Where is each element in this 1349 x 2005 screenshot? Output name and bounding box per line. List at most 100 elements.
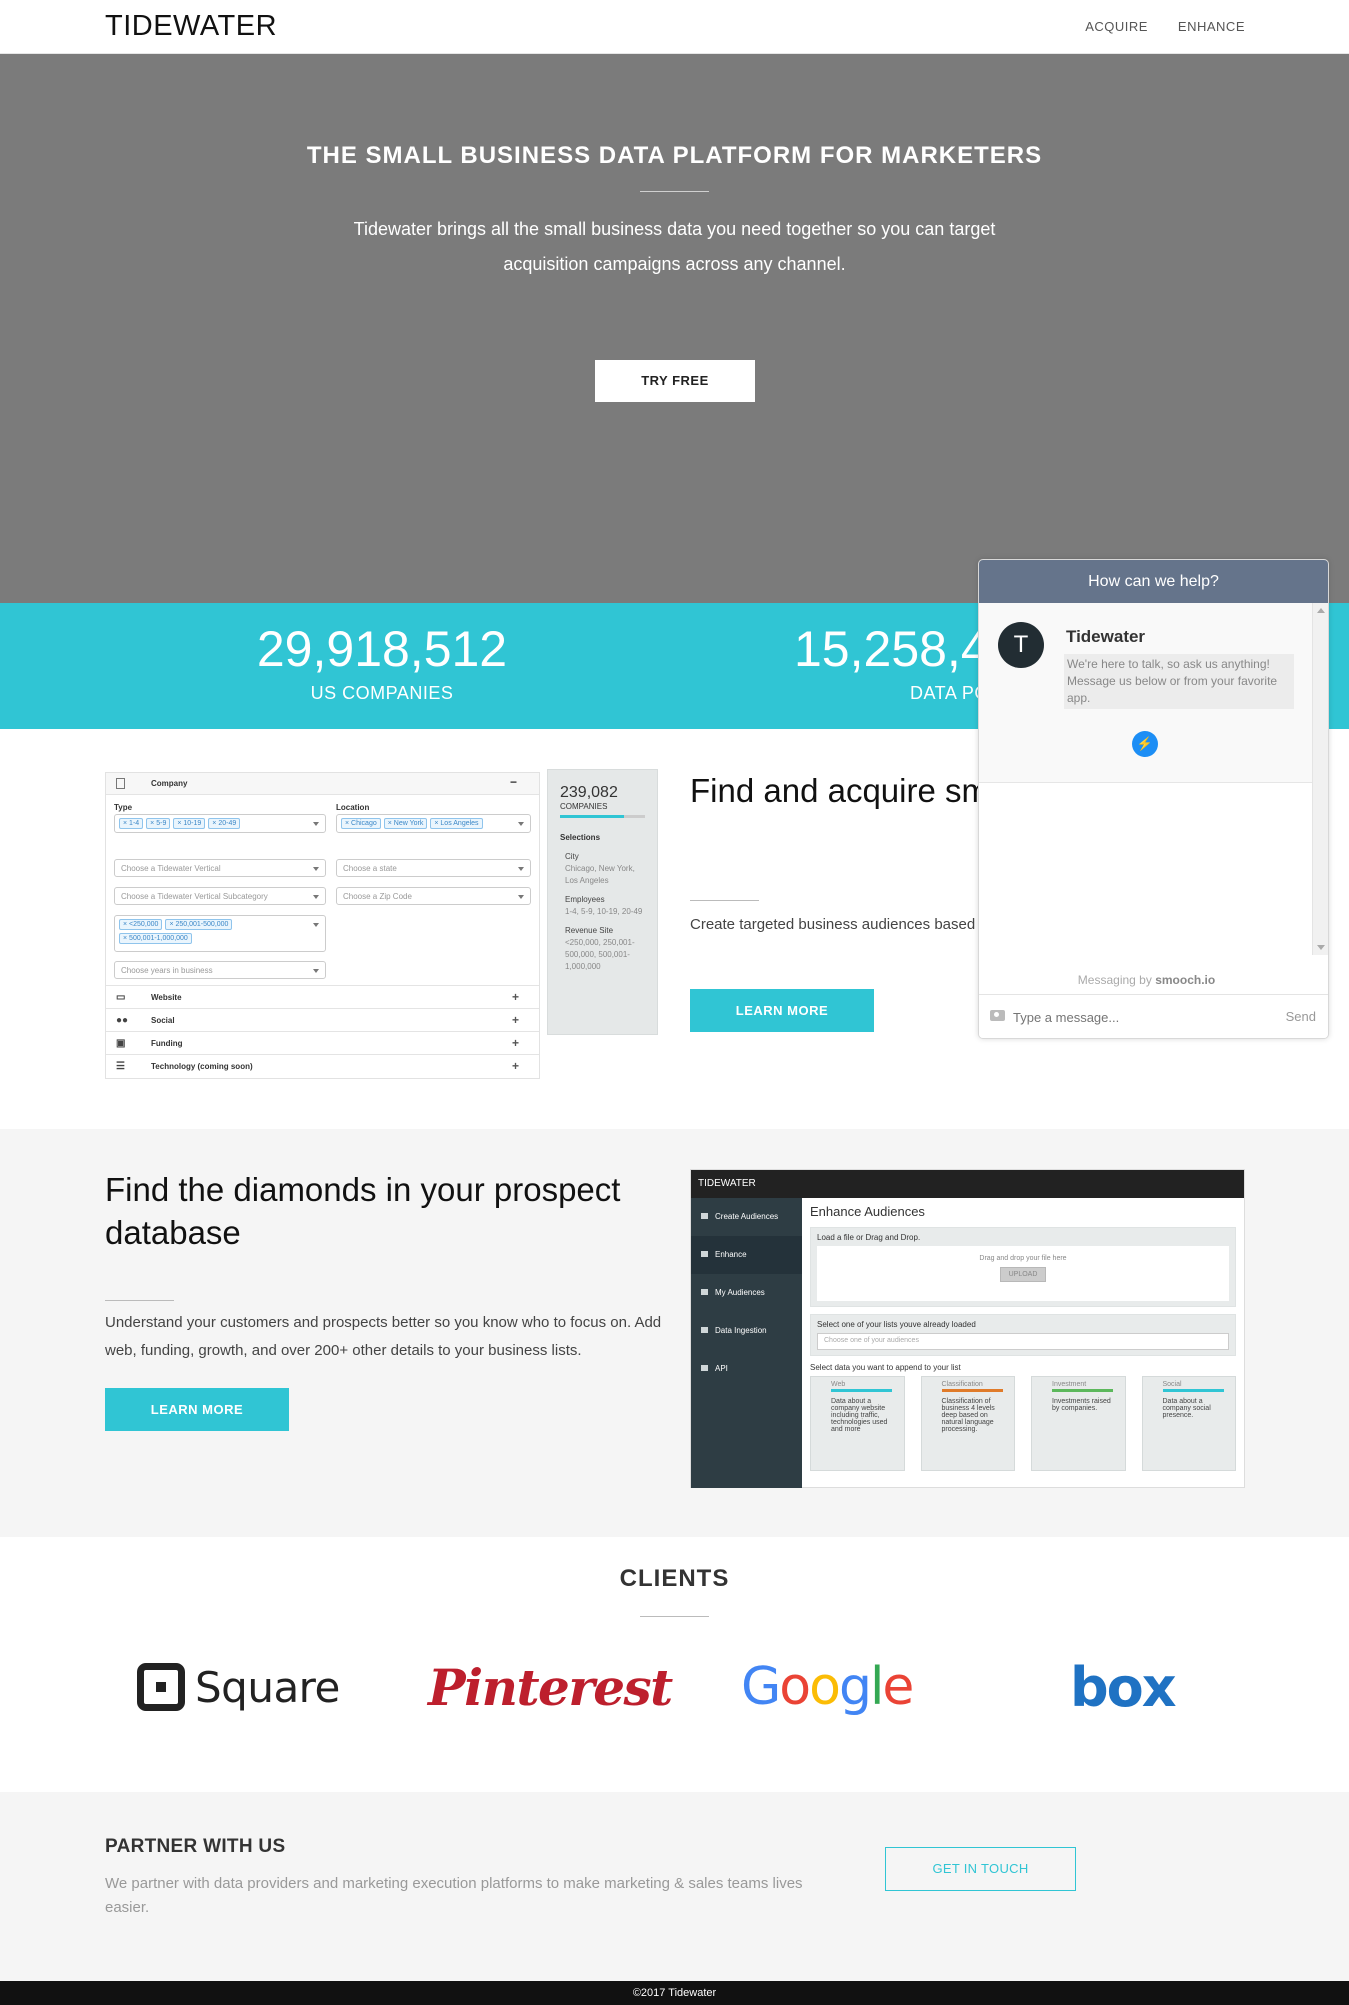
get-in-touch-button[interactable]: GET IN TOUCH: [885, 1847, 1076, 1891]
type-label: Type: [114, 803, 133, 812]
page: TIDEWATER ACQUIRE ENHANCE THE SMALL BUSI…: [0, 0, 1349, 2005]
filter-panel: Company − Type × 1-4 × 5-9 × 10-19 × 20-49 …: [105, 772, 540, 1079]
enhance-heading: Enhance Audiences: [810, 1204, 925, 1219]
drop-zone: Drag and drop your file here UPLOAD: [817, 1246, 1229, 1301]
card-text: Data about a company social presence.: [1162, 1398, 1211, 1419]
company-header-label: Company: [151, 779, 188, 788]
vertical-select: Choose a Tidewater Vertical: [114, 859, 326, 877]
row-label: Website: [151, 993, 182, 1002]
hero-subtitle: Tidewater brings all the small business …: [353, 219, 996, 274]
select-label: Select one of your lists youve already l…: [817, 1320, 976, 1329]
subcategory-select: Choose a Tidewater Vertical Subcategory: [114, 887, 326, 905]
technology-row: ☰ Technology (coming soon) +: [106, 1054, 539, 1077]
powered-prefix: Messaging by: [1077, 973, 1152, 987]
upload-button: UPLOAD: [999, 1267, 1047, 1282]
location-chip: × New York: [383, 818, 428, 829]
location-chip: × Los Angeles: [430, 818, 483, 829]
building-icon: [116, 778, 125, 789]
nav-links: ACQUIRE ENHANCE: [1085, 19, 1245, 34]
square-logo: Square: [137, 1657, 340, 1717]
server-icon: ☰: [116, 1061, 125, 1072]
revenue-value: <250,000, 250,001-500,000, 500,001-1,000…: [565, 938, 635, 971]
clients-section: CLIENTS Square Pinterest Google box: [0, 1537, 1349, 1792]
revenue-chip: × 250,001-500,000: [165, 919, 233, 930]
location-select: × Chicago × New York × Los Angeles: [336, 814, 531, 833]
revenue-label: Revenue Site: [565, 926, 614, 935]
menu-data-ingestion: Data Ingestion: [691, 1312, 802, 1350]
selections-label: Selections: [560, 833, 601, 842]
chat-scrollbar[interactable]: [1312, 603, 1328, 955]
avatar: T: [998, 622, 1044, 668]
stat-label: US COMPANIES: [310, 683, 454, 703]
card-text: Data about a company website including t…: [831, 1398, 888, 1433]
partner-section: PARTNER WITH US We partner with data pro…: [0, 1792, 1349, 1981]
type-chip: × 1-4: [119, 818, 144, 829]
revenue-chip: × <250,000: [119, 919, 163, 930]
location-chip: × Chicago: [341, 818, 381, 829]
app-main: Enhance Audiences Load a file or Drag an…: [802, 1198, 1244, 1487]
append-label: Select data you want to append to your l…: [810, 1363, 961, 1372]
card-title: Classification: [941, 1381, 1003, 1392]
card-social: Social Data about a company social presen…: [1141, 1376, 1236, 1471]
card-title: Social: [1162, 1381, 1224, 1392]
chat-message-input[interactable]: [1013, 1005, 1263, 1029]
card-investment: Investment Investments raised by companie…: [1031, 1376, 1126, 1471]
partner-title: PARTNER WITH US: [105, 1836, 286, 1857]
city-label: City: [565, 852, 579, 861]
chat-header[interactable]: How can we help?: [979, 560, 1328, 603]
footer: ©2017 Tidewater: [0, 1981, 1349, 2005]
powered-brand[interactable]: smooch.io: [1155, 973, 1215, 987]
menu-enhance: Enhance: [691, 1236, 802, 1274]
chat-send-button[interactable]: Send: [1286, 1009, 1316, 1024]
chat-composer: Send: [979, 994, 1328, 1038]
chat-widget: How can we help? T Tidewater We're here …: [978, 559, 1329, 1039]
card-text: Investments raised by companies.: [1052, 1398, 1111, 1412]
powered-by: Messaging by smooch.io: [979, 973, 1314, 987]
enhance-divider: [105, 1300, 174, 1301]
employees-label: Employees: [565, 895, 605, 904]
expand-icon: +: [511, 1059, 519, 1073]
square-icon: [137, 1663, 185, 1711]
clients-title: CLIENTS: [619, 1565, 730, 1592]
clients-divider: [640, 1616, 709, 1617]
nav-link-acquire[interactable]: ACQUIRE: [1085, 19, 1148, 34]
selection-summary: 239,082 COMPANIES Selections City Chicago…: [547, 769, 658, 1035]
row-label: Social: [151, 1016, 175, 1025]
card-web: Web Data about a company website includin…: [810, 1376, 905, 1471]
messenger-icon[interactable]: ⚡: [1132, 731, 1158, 757]
camera-icon[interactable]: [990, 1010, 1005, 1021]
card-title: Web: [831, 1381, 892, 1392]
site-logo[interactable]: TIDEWATER: [105, 10, 277, 43]
upload-box: Load a file or Drag and Drop. Drag and d…: [810, 1227, 1236, 1307]
hero-title: THE SMALL BUSINESS DATA PLATFORM FOR MAR…: [306, 142, 1043, 169]
chat-conversation: T Tidewater We're here to talk, so ask u…: [979, 603, 1314, 987]
card-title: Investment: [1052, 1381, 1113, 1392]
location-label: Location: [336, 803, 370, 812]
audience-select: Choose one of your audiences: [817, 1333, 1229, 1350]
menu-api: API: [691, 1350, 802, 1388]
collapse-icon: −: [509, 775, 517, 789]
try-free-button[interactable]: TRY FREE: [595, 360, 755, 402]
chat-welcome-message: We're here to talk, so ask us anything! …: [1064, 654, 1294, 709]
pinterest-logo: Pinterest: [428, 1657, 673, 1717]
menu-my-audiences: My Audiences: [691, 1274, 802, 1312]
app-sidebar: Create Audiences Enhance My Audiences Da…: [691, 1198, 802, 1488]
expand-icon: +: [511, 1036, 519, 1050]
card-classification: Classification Classification of business…: [920, 1376, 1015, 1471]
enhance-learn-more-button[interactable]: LEARN MORE: [105, 1388, 289, 1431]
acquire-learn-more-button[interactable]: LEARN MORE: [690, 989, 874, 1032]
append-cards: Web Data about a company website includin…: [810, 1376, 1236, 1471]
stat-companies: 29,918,512 US COMPANIES: [182, 617, 582, 704]
hero-divider: [640, 191, 709, 192]
type-chip: × 10-19: [173, 818, 206, 829]
box-logo: box: [1070, 1655, 1177, 1719]
city-value: Chicago, New York, Los Angeles: [565, 864, 635, 885]
card-text: Classification of business 4 levels deep…: [941, 1398, 995, 1433]
app-brand: TIDEWATER: [691, 1170, 1244, 1198]
expand-icon: +: [511, 1013, 519, 1027]
type-chip: × 5-9: [146, 818, 171, 829]
enhance-section: Find the diamonds in your prospect datab…: [0, 1129, 1349, 1537]
chat-business-name: Tidewater: [1066, 627, 1146, 646]
google-logo: Google: [741, 1657, 914, 1717]
nav-link-enhance[interactable]: ENHANCE: [1178, 19, 1245, 34]
